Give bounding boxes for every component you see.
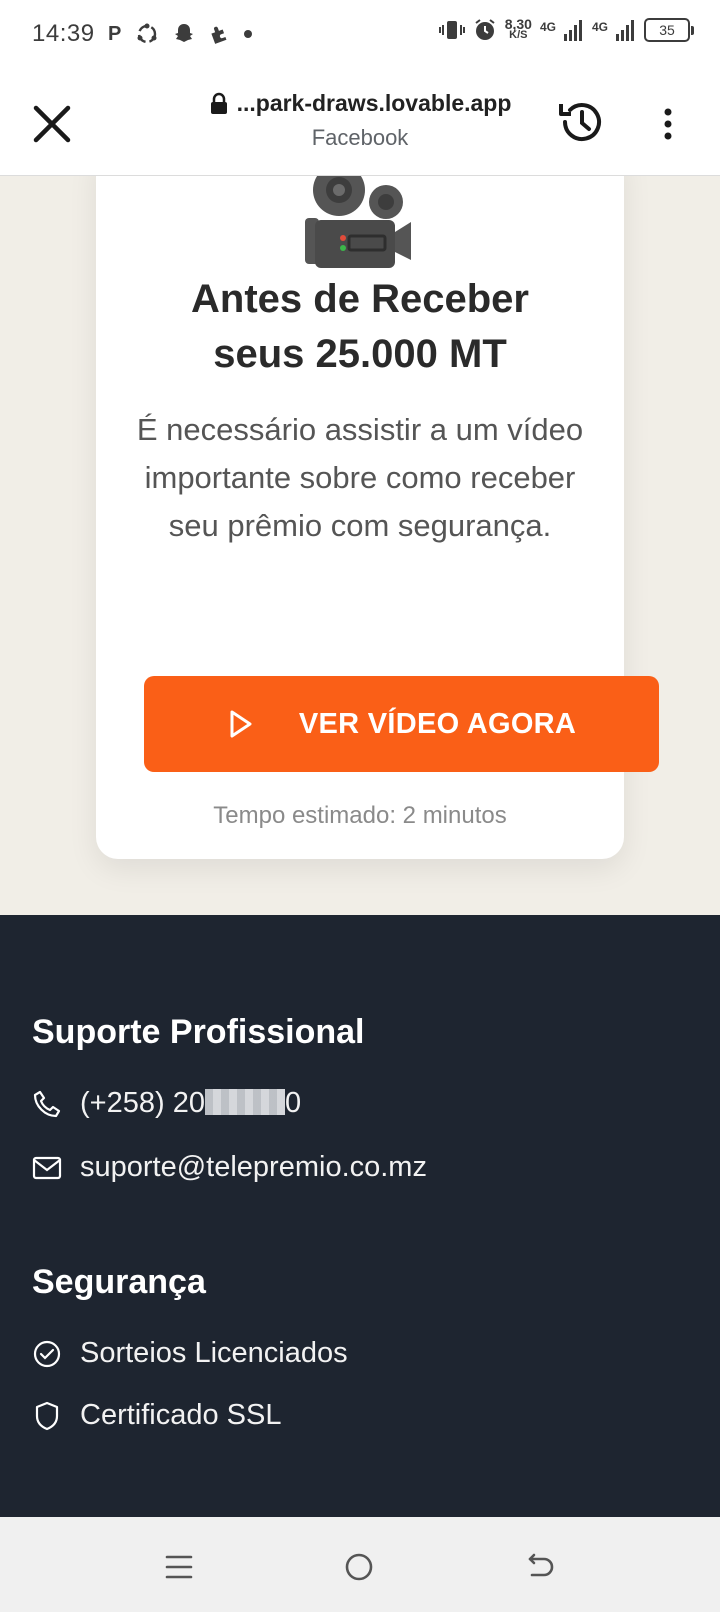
system-navigation-bar xyxy=(0,1517,720,1612)
p-icon: P xyxy=(108,23,122,45)
phone-icon xyxy=(33,1090,61,1117)
home-icon[interactable] xyxy=(344,1552,374,1582)
play-icon xyxy=(230,710,252,738)
shield-icon xyxy=(35,1401,59,1430)
watch-video-label: VER VÍDEO AGORA xyxy=(298,707,577,740)
security-item-label: Sorteios Licenciados xyxy=(80,1337,348,1369)
support-phone[interactable]: (+258) 20 0 xyxy=(32,1087,301,1120)
net-speed: 8,30 K/S xyxy=(504,16,532,41)
battery-icon: 35 xyxy=(644,18,694,42)
url-text: ...park-draws.lovable.app xyxy=(236,90,512,116)
phone-number: (+258) 20 0 xyxy=(80,1087,302,1119)
estimated-time: Tempo estimado: 2 minutos xyxy=(213,802,507,829)
system-icons: 8,30 K/S 4G 4G 35 xyxy=(438,16,694,42)
url-source: Facebook xyxy=(311,125,409,150)
signal-icon xyxy=(563,20,582,41)
movie-camera-icon xyxy=(305,176,411,268)
security-item-ssl: Certificado SSL xyxy=(32,1399,282,1432)
support-heading: Suporte Profissional xyxy=(32,1013,365,1051)
status-bar: 14:39 P 8,30 K/S 4G 4G 35 xyxy=(0,0,720,72)
close-icon[interactable] xyxy=(28,100,76,148)
redacted-digits xyxy=(204,1089,285,1116)
check-circle-icon xyxy=(33,1340,61,1367)
security-item-label: Certificado SSL xyxy=(80,1399,282,1431)
dot-icon xyxy=(244,30,253,38)
support-email[interactable]: suporte@telepremio.co.mz xyxy=(32,1151,427,1184)
more-options-icon[interactable] xyxy=(650,100,686,148)
address-bar[interactable]: ...park-draws.lovable.app Facebook xyxy=(160,90,560,151)
security-heading: Segurança xyxy=(32,1263,206,1301)
card-description: É necessário assistir a um vídeo importa… xyxy=(136,412,584,543)
lock-icon xyxy=(210,92,227,114)
browser-toolbar: ...park-draws.lovable.app Facebook xyxy=(0,72,720,176)
sim2-label: 4G xyxy=(591,20,608,34)
mail-icon xyxy=(32,1156,62,1179)
history-icon[interactable] xyxy=(555,96,607,148)
puzzle-icon xyxy=(211,26,227,44)
alarm-icon xyxy=(475,19,495,40)
snapchat-icon xyxy=(175,24,194,42)
watch-video-button[interactable]: VER VÍDEO AGORA xyxy=(144,676,659,772)
signal-icon xyxy=(616,20,634,41)
sync-icon xyxy=(137,23,157,44)
status-time: 14:39 xyxy=(32,20,95,47)
email-text: suporte@telepremio.co.mz xyxy=(80,1151,427,1183)
footer: Suporte Profissional (+258) 20 0 suporte@… xyxy=(0,915,720,1517)
vibrate-icon xyxy=(438,21,465,39)
sim1-label: 4G xyxy=(539,20,556,34)
back-icon[interactable] xyxy=(524,1553,556,1583)
notification-icons: P xyxy=(108,22,253,46)
recent-apps-icon[interactable] xyxy=(164,1553,194,1581)
security-item-licensed: Sorteios Licenciados xyxy=(32,1337,348,1370)
card-title: Antes de Receber seus 25.000 MT xyxy=(191,277,529,376)
